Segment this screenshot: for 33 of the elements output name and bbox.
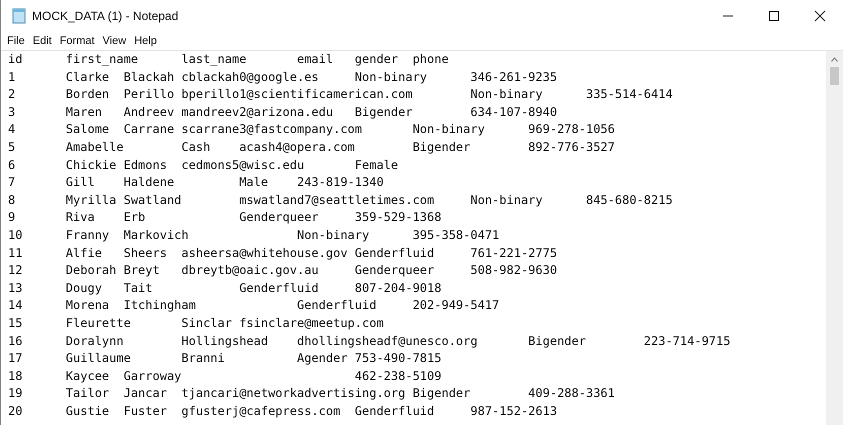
text-line: 14 Morena Itchingham Genderfluid 202-949-5417 [8,297,500,314]
scrollbar[interactable] [826,51,843,425]
text-line: 8 Myrilla Swatland mswatland7@seattletimes.com Non-binary 845-680-8215 [8,192,673,209]
text-line: 13 Dougy Tait Genderfluid 807-204-9018 [8,280,442,297]
text-line: 11 Alfie Sheers asheersa@whitehouse.gov Genderfluid 761-221-2775 [8,244,558,262]
text-line: 2 Borden Perillo bperillo1@scientificamerican.com Non-binary 335-514-6414 [8,86,673,104]
menu-item[interactable]: View [98,34,130,46]
text-line: 17 Guillaume Branni Agender 753-490-7815 [8,350,442,368]
notepad-icon [12,8,26,24]
text-line: 18 Kaycee Garroway 462-238-5109 [8,368,442,385]
text-line: 15 Fleurette Sinclar fsinclare@meetup.com [8,314,384,332]
text-line: 16 Doralynn Hollingshead dhollingsheadf@unesco.org Bigender 223-714-9715 [8,332,730,350]
text-line: 5 Amabelle Cash acash4@opera.com Bigender 892-776-3527 [8,138,615,156]
close-icon [814,10,826,22]
menu-item[interactable]: Edit [28,34,56,46]
text-line: 10 Franny Markovich Non-binary 395-358-0471 [8,226,500,244]
scroll-up-icon[interactable] [831,57,838,62]
menu-item[interactable]: Format [56,34,99,46]
menu-item[interactable]: Help [130,34,161,46]
text-line: 3 Maren Andreev mandreev2@arizona.edu Bigender 634-107-8940 [8,104,558,121]
text-line: 12 Deborah Breyt dbreytb@oaic.gov.au Genderqueer 508-982-9630 [8,262,558,280]
text-line: 19 Tailor Jancar tjancari@networkadvertising.org Bigender 409-288-3361 [8,385,615,402]
text-line: 7 Gill Haldene Male 243-819-1340 [8,174,384,192]
text-line: 20 Gustie Fuster gfusterj@cafepress.com Genderfluid 987-152-2613 [8,402,558,420]
text-line: 9 Riva Erb Genderqueer 359-529-1368 [8,209,442,226]
menu-item[interactable]: File [3,34,29,46]
window-title: MOCK_DATA (1) - Notepad [32,8,178,22]
maximize-icon [768,10,780,22]
text-line: 4 Salome Carrane scarrane3@fastcompany.com Non-binary 969-278-1056 [8,121,615,138]
text-line: id first_name last_name email gender phone [8,51,449,68]
text-line: 6 Chickie Edmons cedmons5@wisc.edu Female [8,156,398,174]
text-line: 1 Clarke Blackah cblackah0@google.es Non-binary 346-261-9235 [8,68,558,86]
scroll-thumb[interactable] [830,67,839,85]
